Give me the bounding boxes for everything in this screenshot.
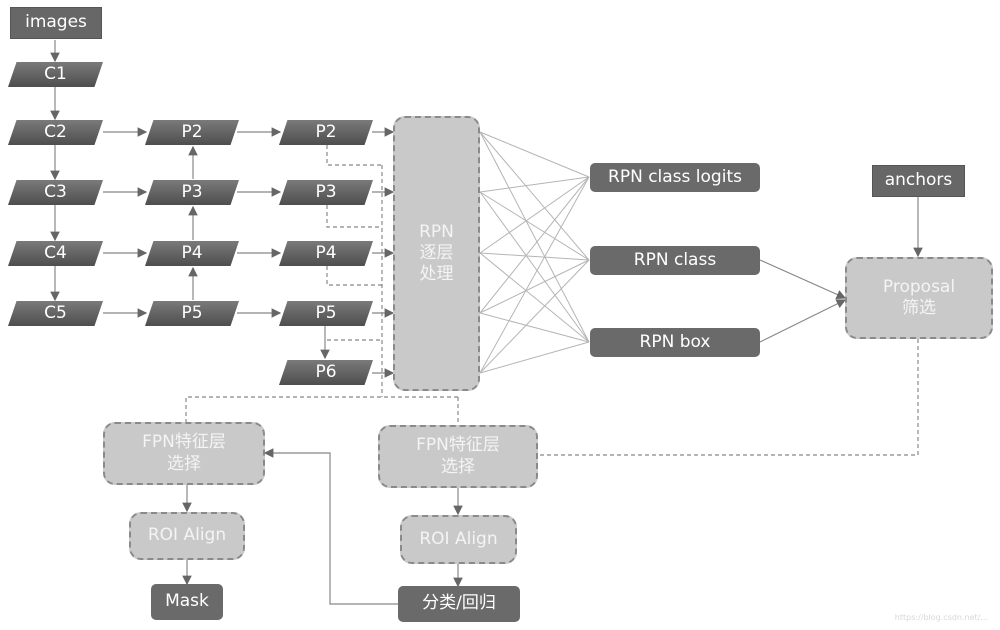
c2-node: C2 [8,120,103,145]
p5-top-down-node: P5 [145,301,239,326]
p3-top-down-node: P3 [145,180,239,205]
p3-output-node: P3 [279,180,373,205]
fpn-layer-select-right-node: FPN特征层 选择 [378,425,538,488]
p2-top-down-node: P2 [145,120,239,145]
c1-node: C1 [8,62,103,87]
edge-rpnclass-proposal [759,259,847,299]
rpn-box-node: RPN box [590,328,760,357]
dashed-p3b-bus [326,205,382,228]
edge-rpn-fan-3-0 [479,176,590,314]
dashed-p4b-bus [326,266,382,286]
p4-top-down-node: P4 [145,241,239,266]
roi-align-right-node: ROI Align [400,515,517,564]
edge-rpnbox-proposal [759,299,847,343]
p5-output-node: P5 [279,301,373,326]
edge-rpn-fan-0-0 [479,131,590,178]
watermark: https://blog.csdn.net/... [894,613,988,622]
edge-rpn-fan-2-1 [479,252,590,261]
roi-align-left-node: ROI Align [129,512,245,560]
p6-output-node: P6 [279,360,373,385]
edge-rpn-fan-4-0 [479,176,590,374]
proposal-filter-node: Proposal 筛选 [845,257,993,339]
edge-rpn-fan-4-1 [479,259,590,374]
edge-rpn-fan-4-2 [479,341,590,374]
edge-rpn-fan-1-1 [479,191,590,261]
rpn-layerwise-processing-node: RPN 逐层 处理 [393,116,480,391]
p2-output-node: P2 [279,120,373,145]
dashed-bus-to-fpnl [185,396,458,422]
mask-node: Mask [151,584,223,620]
rpn-class-logits-node: RPN class logits [590,163,760,192]
classification-regression-node: 分类/回归 [398,586,520,622]
edge-rpn-fan-3-1 [479,259,590,314]
edge-rpn-fan-3-2 [479,312,590,343]
dashed-p2b-bus [326,145,382,166]
c4-node: C4 [8,241,103,266]
p4-output-node: P4 [279,241,373,266]
images-node: images [10,7,102,39]
anchors-node: anchors [872,165,965,197]
edge-rpn-fan-0-1 [479,131,590,261]
edge-rpn-fan-0-2 [479,131,590,343]
c3-node: C3 [8,180,103,205]
c5-node: C5 [8,301,103,326]
rpn-class-node: RPN class [590,246,760,275]
edge-rpn-fan-1-0 [479,176,590,193]
fpn-layer-select-left-node: FPN特征层 选择 [103,422,265,485]
